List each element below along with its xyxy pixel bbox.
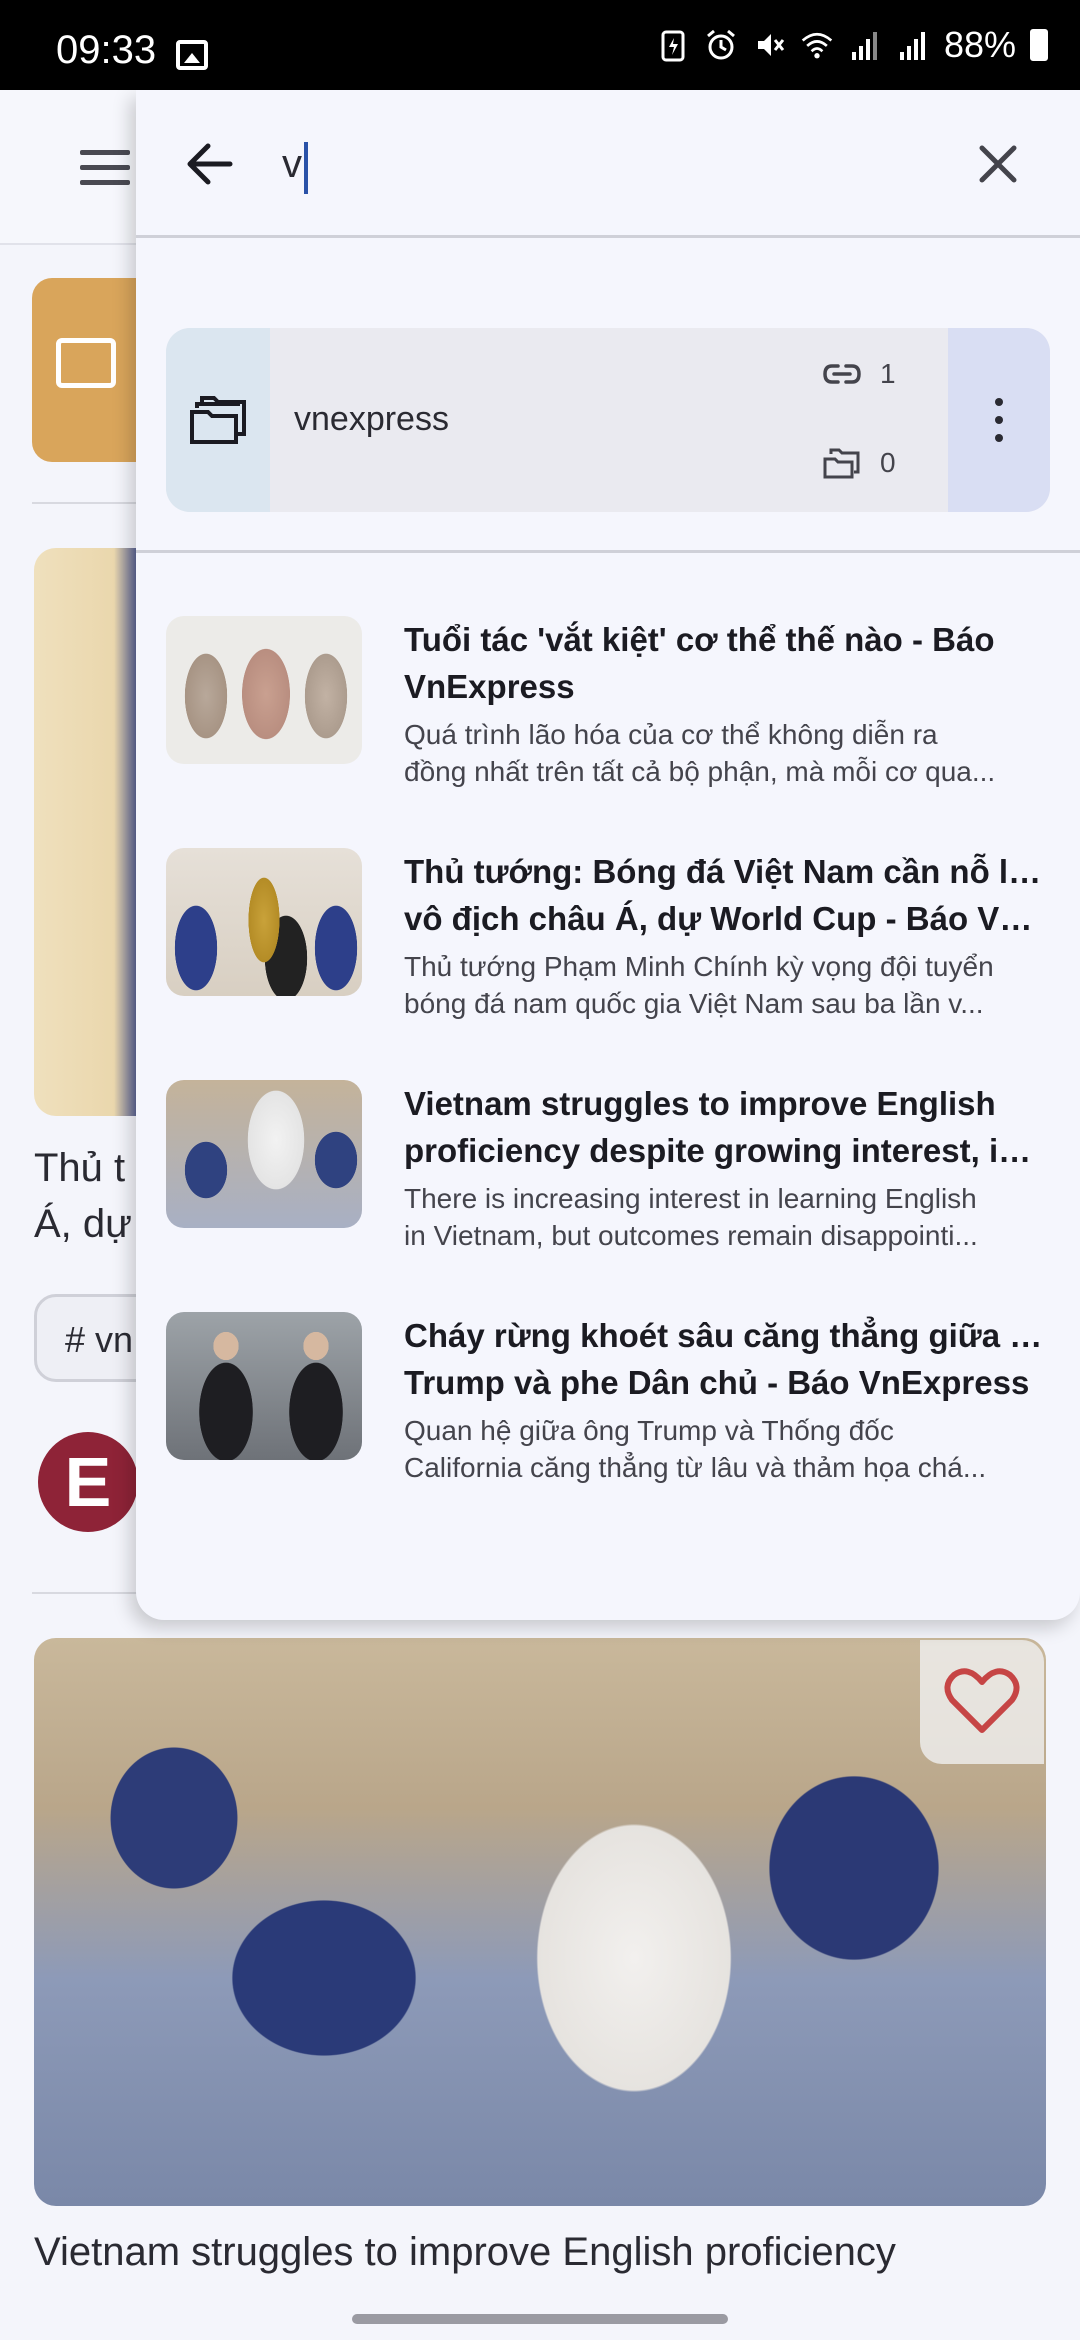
link-thumbnail [166, 848, 362, 996]
link-title: Thủ tướng: Bóng đá Việt Nam cần nỗ lực v… [404, 853, 1044, 937]
link-title: Tuổi tác 'vắt kiệt' cơ thể thế nào - Báo… [404, 621, 995, 705]
folder-result-card[interactable]: vnexpress 1 0 [166, 328, 1050, 512]
status-bar: 09:33 88% [0, 0, 1080, 90]
link-description: Quan hệ giữa ông Trump và Thống đốc Cali… [404, 1415, 987, 1483]
alarm-icon [704, 28, 738, 62]
battery-saver-icon [656, 28, 690, 62]
search-bar [136, 90, 1080, 238]
arrow-left-icon [187, 143, 233, 185]
status-icons: 88% [656, 24, 1048, 66]
wifi-icon [800, 28, 834, 62]
background-link-image-2[interactable] [34, 1638, 1046, 2206]
folder-name: vnexpress [294, 400, 449, 438]
battery-percentage: 88% [943, 24, 1016, 65]
source-avatar: E [38, 1432, 138, 1532]
folder-stack-icon [823, 448, 860, 479]
menu-icon[interactable] [80, 150, 130, 195]
link-result[interactable]: Vietnam struggles to improve English pro… [166, 1080, 1050, 1251]
signal-icon-2 [896, 28, 930, 62]
folder-icon-box [166, 328, 270, 512]
link-thumbnail [166, 1080, 362, 1228]
link-result[interactable]: Tuổi tác 'vắt kiệt' cơ thể thế nào - Báo… [166, 616, 1050, 787]
folder-stack-icon [190, 396, 246, 444]
mute-icon [752, 28, 786, 62]
status-time: 09:33 [56, 28, 157, 72]
battery-icon [1030, 29, 1048, 61]
link-icon [823, 364, 861, 384]
search-panel: vnexpress 1 0 Tuổi tác 'vắt kiệt' cơ thể… [136, 90, 1080, 1620]
background-link-title-2[interactable]: Vietnam struggles to improve English pro… [34, 2230, 896, 2275]
search-input[interactable] [282, 134, 902, 194]
link-description: Thủ tướng Phạm Minh Chính kỳ vọng đội tu… [404, 951, 994, 1019]
folder-more-button[interactable] [948, 328, 1050, 512]
signal-icon-1 [848, 28, 882, 62]
favorite-button[interactable] [920, 1640, 1044, 1764]
link-thumbnail [166, 1312, 362, 1460]
gallery-notification-icon [176, 40, 208, 70]
subfolders-count: 0 [822, 446, 896, 480]
clear-search-button[interactable] [970, 136, 1026, 192]
divider [136, 550, 1080, 553]
heart-icon [944, 1668, 1020, 1733]
link-result[interactable]: Thủ tướng: Bóng đá Việt Nam cần nỗ lực v… [166, 848, 1050, 1019]
home-indicator[interactable] [352, 2314, 728, 2324]
link-title: Vietnam struggles to improve English pro… [404, 1085, 1044, 1169]
link-result[interactable]: Cháy rừng khoét sâu căng thẳng giữa ông … [166, 1312, 1050, 1483]
text-caret [304, 142, 308, 194]
folder-icon [56, 338, 116, 388]
close-icon [979, 145, 1017, 183]
link-title: Cháy rừng khoét sâu căng thẳng giữa ông … [404, 1317, 1044, 1401]
links-count: 1 [822, 358, 896, 390]
link-thumbnail [166, 616, 362, 764]
back-button[interactable] [180, 134, 240, 194]
link-description: There is increasing interest in learning… [404, 1183, 978, 1251]
link-description: Quá trình lão hóa của cơ thể không diễn … [404, 719, 996, 787]
